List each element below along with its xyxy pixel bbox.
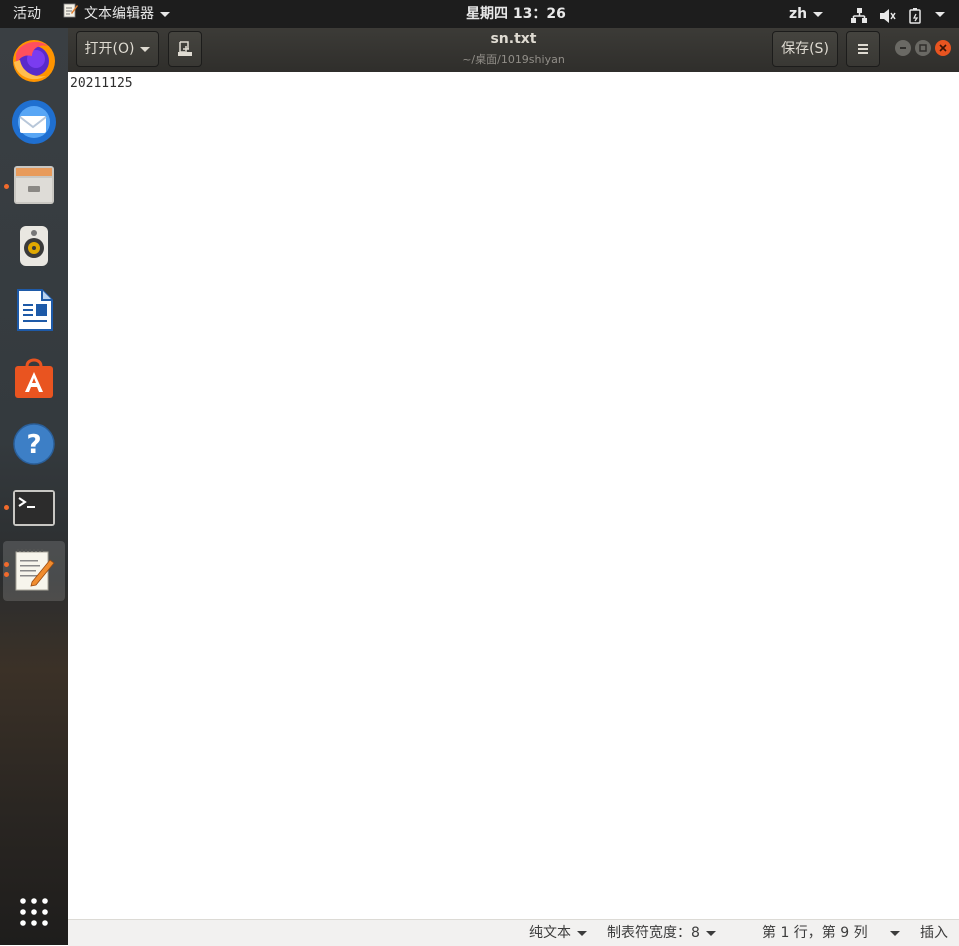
chevron-down-icon: [577, 930, 587, 936]
libreoffice-writer-icon: [17, 289, 53, 331]
maximize-button[interactable]: [915, 40, 931, 56]
dock-app-firefox[interactable]: [10, 36, 58, 84]
files-icon: [14, 166, 54, 204]
running-indicator: [4, 184, 9, 189]
chevron-down-icon: [160, 11, 170, 17]
minimize-icon: [900, 47, 906, 49]
input-method-menu[interactable]: zh: [789, 0, 824, 28]
save-button[interactable]: 保存(S): [772, 31, 838, 67]
software-center-icon: [15, 358, 53, 398]
clock[interactable]: 星期四 13：26: [466, 0, 566, 28]
insert-mode-indicator: 插入: [920, 925, 948, 941]
chevron-down-icon: [705, 930, 716, 936]
network-icon[interactable]: [850, 6, 868, 23]
system-menu-chevron[interactable]: [929, 0, 945, 28]
cursor-position-label: 第 1 行，第 9 列: [762, 925, 868, 941]
help-icon: ?: [13, 423, 55, 465]
dock-app-files[interactable]: [10, 160, 58, 208]
editor-content[interactable]: 20211125: [70, 76, 133, 91]
close-button[interactable]: [935, 40, 951, 56]
show-applications-button[interactable]: [18, 896, 50, 928]
position-menu-chevron[interactable]: [884, 920, 900, 946]
app-menu-label: 文本编辑器: [84, 6, 154, 22]
firefox-icon: [13, 40, 55, 82]
status-bar: 纯文本 制表符宽度：8 第 1 行，第 9 列 插入: [68, 919, 959, 946]
battery-icon[interactable]: [908, 6, 924, 24]
dock-app-software[interactable]: [10, 354, 58, 402]
text-editor-area[interactable]: 20211125: [68, 72, 959, 919]
dock: ?: [0, 28, 68, 945]
app-grid-icon: [20, 898, 48, 926]
tab-width-label: 制表符宽度：8: [607, 925, 700, 941]
dock-app-libreoffice-writer[interactable]: [10, 286, 58, 334]
running-indicator: [4, 562, 9, 567]
text-editor-small-icon: [62, 0, 78, 28]
activities-button[interactable]: 活动: [13, 0, 41, 28]
dock-app-terminal[interactable]: [10, 484, 58, 532]
thunderbird-icon: [12, 100, 56, 144]
cursor-position-selector[interactable]: 第 1 行，第 9 列: [762, 920, 868, 946]
app-menu[interactable]: 文本编辑器: [62, 0, 170, 28]
dock-app-text-editor[interactable]: [10, 546, 58, 594]
rhythmbox-icon: [20, 226, 48, 266]
svg-text:?: ?: [26, 430, 41, 460]
volume-icon[interactable]: [879, 6, 897, 23]
tab-width-selector[interactable]: 制表符宽度：8: [607, 920, 716, 946]
language-selector[interactable]: 纯文本: [529, 920, 587, 946]
menu-icon: [858, 44, 868, 54]
chevron-down-icon: [813, 11, 824, 17]
terminal-icon: [13, 490, 55, 526]
header-bar: 打开(O) sn.txt ~/桌面/1019shiyan 保存(S): [68, 28, 959, 73]
running-indicator: [4, 572, 9, 577]
minimize-button[interactable]: [895, 40, 911, 56]
maximize-icon: [919, 44, 927, 52]
input-method-label: zh: [789, 6, 808, 22]
dock-app-thunderbird[interactable]: [10, 98, 58, 146]
dock-app-help[interactable]: ?: [10, 420, 58, 468]
chevron-down-icon: [890, 930, 900, 936]
close-icon: [939, 44, 947, 52]
top-bar: 活动 文本编辑器 星期四 13：26 zh: [0, 0, 959, 28]
running-indicator: [4, 505, 9, 510]
hamburger-menu-button[interactable]: [846, 31, 880, 67]
chevron-down-icon: [935, 11, 945, 17]
dock-app-rhythmbox[interactable]: [10, 222, 58, 270]
text-editor-icon: [15, 549, 55, 591]
language-label: 纯文本: [529, 925, 571, 941]
